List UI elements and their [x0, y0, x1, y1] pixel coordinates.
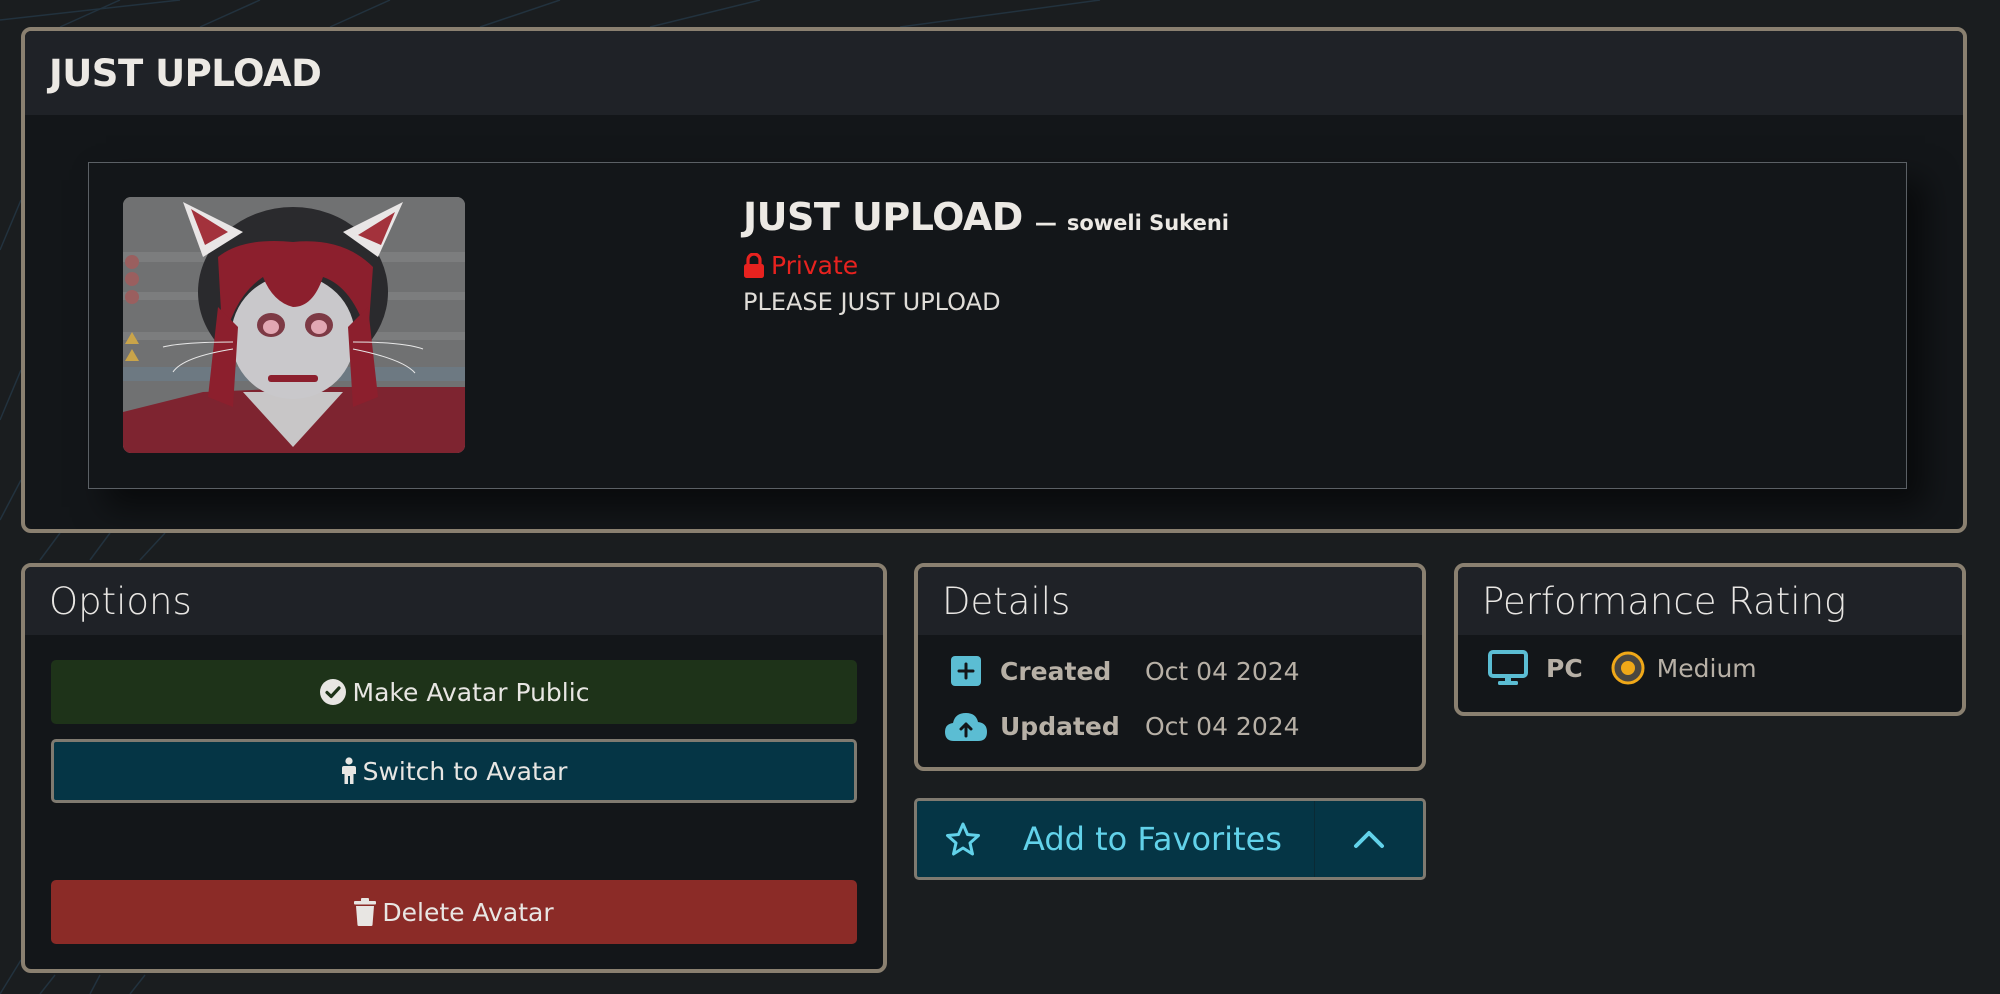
main-panel-header: JUST UPLOAD: [25, 31, 1963, 115]
performance-row-pc: PC Medium: [1488, 650, 1757, 686]
make-public-label: Make Avatar Public: [352, 677, 590, 707]
options-header: Options: [25, 567, 883, 635]
platform-label: PC: [1546, 653, 1583, 683]
performance-rating-value: Medium: [1656, 653, 1757, 683]
performance-header: Performance Rating: [1458, 567, 1962, 635]
detail-row-created: Created Oct 04 2024: [944, 655, 1300, 687]
created-label: Created: [1000, 656, 1112, 686]
star-icon: [946, 822, 980, 856]
updated-label: Updated: [1000, 711, 1120, 741]
updated-value: Oct 04 2024: [1145, 711, 1300, 741]
avatar-author-link[interactable]: soweli Sukeni: [1067, 211, 1229, 235]
lock-icon: [744, 252, 764, 278]
performance-panel: Performance Rating PC Medium: [1454, 563, 1966, 716]
delete-avatar-label: Delete Avatar: [382, 897, 554, 927]
avatar-thumbnail-image: [123, 197, 465, 453]
trash-icon: [354, 898, 377, 926]
detail-row-updated: Updated Oct 04 2024: [944, 710, 1300, 742]
cloud-upload-icon: [944, 710, 988, 742]
add-to-favorites-button[interactable]: Add to Favorites: [917, 801, 1314, 877]
details-panel: Details Created Oct 04 2024 Updated Oct …: [914, 563, 1426, 771]
make-public-button[interactable]: Make Avatar Public: [51, 660, 857, 724]
avatar-info-card: JUST UPLOAD — soweli Sukeni Private PLEA…: [88, 162, 1907, 489]
plus-square-icon: [944, 655, 988, 687]
avatar-name: JUST UPLOAD: [743, 195, 1023, 239]
chevron-up-icon: [1354, 831, 1384, 848]
check-circle-icon: [319, 679, 346, 705]
avatar-description: PLEASE JUST UPLOAD: [743, 288, 1001, 316]
details-header: Details: [918, 567, 1422, 635]
performance-title: Performance Rating: [1482, 579, 1847, 623]
monitor-icon: [1488, 650, 1528, 685]
avatar-main-panel: JUST UPLOAD JUST UPLOAD — soweli Sukeni …: [21, 27, 1967, 533]
switch-avatar-button[interactable]: Switch to Avatar: [51, 739, 857, 803]
delete-avatar-button[interactable]: Delete Avatar: [51, 880, 857, 944]
favorites-dropdown-toggle[interactable]: [1314, 801, 1423, 877]
switch-avatar-label: Switch to Avatar: [362, 756, 568, 786]
avatar-info: JUST UPLOAD — soweli Sukeni Private PLEA…: [743, 195, 1229, 316]
person-icon: [341, 757, 356, 784]
add-to-favorites-label: Add to Favorites: [1023, 820, 1282, 858]
options-panel: Options Make Avatar Public Switch to Ava…: [21, 563, 887, 973]
created-value: Oct 04 2024: [1145, 656, 1300, 686]
rating-medium-icon: [1611, 651, 1645, 685]
privacy-status: Private: [743, 251, 1229, 280]
details-title: Details: [942, 579, 1071, 623]
avatar-thumbnail[interactable]: [123, 197, 465, 453]
page-title: JUST UPLOAD: [49, 51, 322, 95]
favorites-button-group: Add to Favorites: [914, 798, 1426, 880]
privacy-label: Private: [771, 251, 859, 280]
options-title: Options: [49, 579, 192, 623]
title-separator: —: [1034, 211, 1057, 236]
